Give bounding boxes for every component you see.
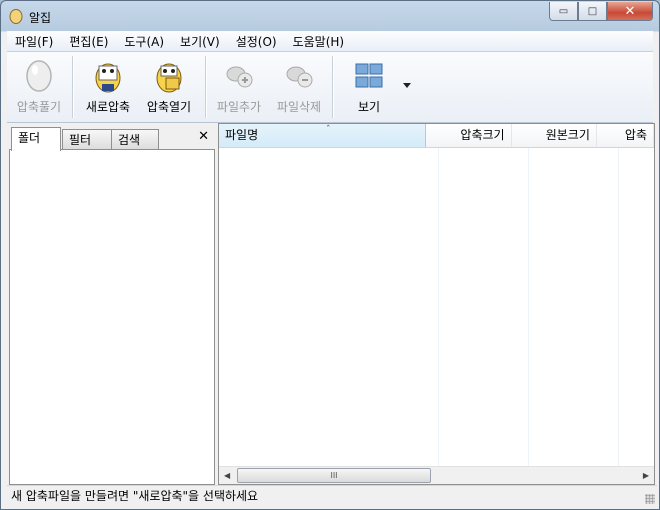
add-file-button[interactable]: 파일추가 (211, 52, 267, 122)
resize-grip-icon[interactable] (645, 494, 655, 504)
column-original-size[interactable]: 원본크기 (512, 124, 597, 147)
egg-icon (26, 60, 52, 92)
folder-panel: 폴더 필터 검색 ✕ (7, 123, 215, 485)
menu-settings[interactable]: 설정(O) (228, 33, 285, 50)
tab-folder[interactable]: 폴더 (11, 127, 61, 151)
scroll-right-icon[interactable]: ▶ (643, 471, 649, 480)
column-filename[interactable]: ˆ 파일명 (219, 124, 427, 147)
menu-edit[interactable]: 편집(E) (61, 33, 116, 50)
app-window: 알집 ▭ □ ✕ 파일(F) 편집(E) 도구(A) 보기(V) 설정(O) 도… (0, 0, 660, 510)
file-list[interactable]: ˆ 파일명 압축크기 원본크기 압축 ◀ III ▶ (218, 123, 655, 485)
open-archive-button[interactable]: 압축열기 (140, 52, 198, 122)
folder-tree[interactable] (9, 149, 215, 485)
view-button[interactable]: 보기 (347, 52, 391, 122)
window-title: 알집 (29, 11, 52, 25)
new-archive-button[interactable]: 새로압축 (80, 52, 136, 122)
status-text: 새 압축파일을 만들려면 "새로압축"을 선택하세요 (11, 489, 259, 503)
panel-tabs: 폴더 필터 검색 ✕ (9, 127, 213, 151)
menu-file[interactable]: 파일(F) (7, 33, 61, 50)
open-archive-label: 압축열기 (146, 100, 192, 114)
open-archive-icon (156, 63, 182, 93)
close-icon: ✕ (624, 3, 636, 19)
panel-close-icon[interactable]: ✕ (198, 129, 209, 144)
file-list-header: ˆ 파일명 압축크기 원본크기 압축 (219, 124, 654, 148)
horizontal-scrollbar[interactable]: ◀ III ▶ (219, 466, 654, 484)
delete-file-button[interactable]: 파일삭제 (271, 52, 327, 122)
column-divider (618, 148, 619, 466)
toolbar: 압축풀기 새로압축 압축열기 파일추가 파일삭제 보기 (7, 52, 653, 123)
new-archive-label: 새로압축 (85, 100, 131, 114)
menu-help[interactable]: 도움말(H) (285, 33, 353, 50)
scroll-left-icon[interactable]: ◀ (224, 471, 230, 480)
column-divider (438, 148, 439, 466)
new-archive-icon (95, 63, 121, 93)
column-divider (528, 148, 529, 466)
add-file-icon (226, 66, 253, 88)
title-bar[interactable]: 알집 ▭ □ ✕ (1, 1, 659, 31)
tab-filter[interactable]: 필터 (62, 129, 112, 150)
view-grid-icon (355, 63, 383, 88)
menu-tools[interactable]: 도구(A) (116, 33, 172, 50)
delete-file-label: 파일삭제 (276, 100, 322, 114)
column-ratio[interactable]: 압축 (597, 124, 654, 147)
minimize-icon: ▭ (558, 5, 569, 17)
column-compressed-size[interactable]: 압축크기 (426, 124, 512, 147)
view-dropdown-arrow-icon[interactable] (403, 83, 411, 88)
sort-ascending-icon: ˆ (326, 125, 331, 135)
status-bar: 새 압축파일을 만들려면 "새로압축"을 선택하세요 (7, 485, 657, 506)
tab-search[interactable]: 검색 (111, 129, 159, 150)
add-file-label: 파일추가 (216, 100, 262, 114)
minimize-button[interactable]: ▭ (549, 2, 578, 21)
menu-view[interactable]: 보기(V) (172, 33, 228, 50)
maximize-icon: □ (587, 5, 598, 17)
close-button[interactable]: ✕ (607, 2, 653, 21)
extract-label: 압축풀기 (16, 100, 62, 114)
delete-file-icon (286, 66, 313, 88)
maximize-button[interactable]: □ (578, 2, 607, 21)
menu-bar: 파일(F) 편집(E) 도구(A) 보기(V) 설정(O) 도움말(H) (7, 31, 653, 52)
view-label: 보기 (357, 100, 381, 114)
scroll-thumb[interactable]: III (237, 468, 431, 483)
app-egg-icon (9, 9, 23, 24)
extract-button[interactable]: 압축풀기 (11, 52, 67, 122)
